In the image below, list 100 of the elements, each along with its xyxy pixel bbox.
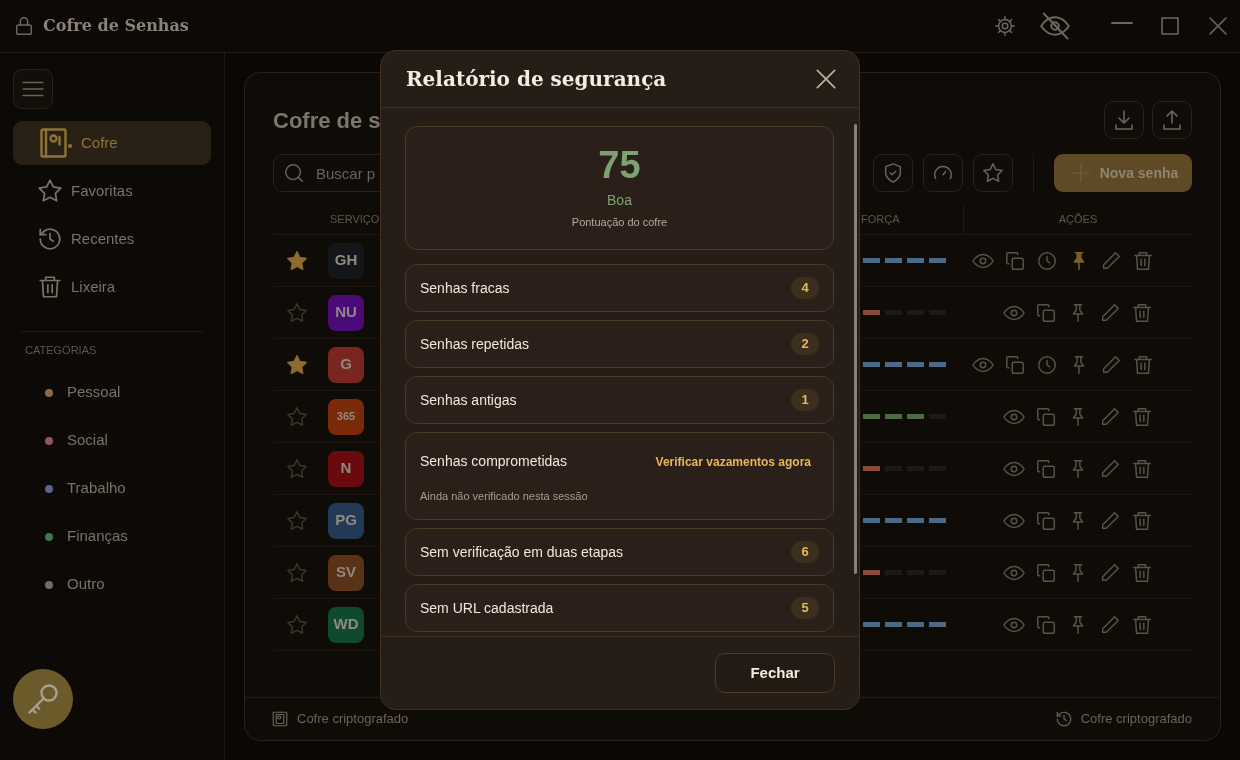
close-button[interactable]: [1206, 14, 1230, 38]
page-title: Cofre de s: [273, 107, 381, 135]
minimize-icon: [1110, 21, 1134, 25]
favorite-star-icon[interactable]: [286, 561, 308, 584]
trash-icon: [37, 274, 63, 300]
report-item[interactable]: Senhas repetidas 2: [405, 320, 834, 368]
check-leaks-link[interactable]: Verificar vazamentos agora: [655, 452, 811, 471]
report-item[interactable]: Senhas fracas 4: [405, 264, 834, 312]
report-label: Senhas comprometidas: [420, 452, 568, 471]
history-icon: [1054, 710, 1073, 728]
lock-icon: [13, 15, 35, 37]
count-badge: 1: [791, 389, 819, 411]
star-icon: [982, 162, 1004, 184]
copy-icon[interactable]: [1003, 353, 1026, 376]
delete-icon[interactable]: [1130, 561, 1153, 584]
key-icon: [25, 681, 61, 717]
report-label: Sem URL cadastrada: [420, 598, 554, 618]
hide-button[interactable]: [1040, 11, 1070, 41]
export-button[interactable]: [1152, 101, 1192, 139]
column-header[interactable]: AÇÕES: [1058, 213, 1098, 225]
report-label: Sem verificação em duas etapas: [420, 542, 624, 562]
favorite-star-icon[interactable]: [286, 353, 308, 376]
count-badge: 5: [791, 597, 819, 619]
vault-icon: [271, 710, 289, 728]
service-avatar: G: [328, 346, 364, 383]
column-header[interactable]: FORÇA: [861, 213, 900, 226]
category-item[interactable]: Pessoal: [67, 381, 121, 404]
copy-icon[interactable]: [1034, 561, 1057, 584]
history-icon[interactable]: [1035, 249, 1058, 272]
key-button[interactable]: [13, 669, 73, 729]
menu-button[interactable]: [13, 69, 53, 109]
close-icon: [1206, 14, 1230, 38]
history-icon: [37, 226, 63, 252]
service-avatar: SV: [328, 554, 364, 591]
new-password-button[interactable]: Nova senha: [1054, 154, 1192, 192]
favorite-star-icon[interactable]: [286, 509, 308, 532]
eye-off-icon: [1040, 11, 1070, 41]
settings-icon: [994, 15, 1016, 37]
vault-icon: [37, 125, 73, 161]
star-icon: [37, 178, 63, 204]
favorite-star-icon[interactable]: [286, 301, 308, 324]
copy-icon[interactable]: [1034, 457, 1057, 480]
score-caption: Pontuação do cofre: [571, 214, 668, 230]
maximize-icon: [1158, 14, 1182, 38]
report-label: Senhas repetidas: [420, 334, 529, 354]
category-item[interactable]: Social: [67, 429, 108, 452]
filter-button[interactable]: [923, 154, 963, 192]
favorite-star-icon[interactable]: [286, 405, 308, 428]
report-note: Ainda não verificado nesta sessão: [420, 490, 588, 502]
category-item[interactable]: Trabalho: [67, 477, 126, 500]
settings-button[interactable]: [994, 15, 1016, 37]
report-label: Senhas fracas: [420, 278, 510, 298]
delete-icon[interactable]: [1130, 613, 1153, 636]
status-text: Cofre criptografado: [1080, 710, 1192, 729]
filter-button[interactable]: [873, 154, 913, 192]
import-button[interactable]: [1104, 101, 1144, 139]
delete-icon[interactable]: [1131, 353, 1154, 376]
score-value: 75: [598, 145, 641, 184]
delete-icon[interactable]: [1130, 509, 1153, 532]
close-dialog-button[interactable]: Fechar: [715, 653, 835, 693]
copy-icon[interactable]: [1034, 405, 1057, 428]
minimize-button[interactable]: [1110, 21, 1134, 25]
report-item[interactable]: Sem URL cadastrada 5: [405, 584, 834, 632]
count-badge: 4: [791, 277, 819, 299]
report-item[interactable]: Sem verificação em duas etapas 6: [405, 528, 834, 576]
sidebar-item[interactable]: Favoritas: [13, 169, 211, 213]
copy-icon[interactable]: [1034, 509, 1057, 532]
history-icon[interactable]: [1035, 353, 1058, 376]
dialog-title: Relatório de segurança: [406, 66, 667, 93]
copy-icon[interactable]: [1034, 301, 1057, 324]
sidebar-item[interactable]: Cofre: [13, 121, 211, 165]
favorite-star-icon[interactable]: [286, 613, 308, 636]
upload-icon: [1160, 108, 1184, 132]
report-label: Senhas antigas: [420, 390, 517, 410]
delete-icon[interactable]: [1130, 405, 1153, 428]
sidebar-item[interactable]: Lixeira: [13, 265, 211, 309]
service-avatar: GH: [328, 242, 364, 279]
count-badge: 6: [791, 541, 819, 563]
service-avatar: PG: [328, 502, 364, 539]
copy-icon[interactable]: [1003, 249, 1026, 272]
service-avatar: WD: [328, 606, 364, 643]
filter-button[interactable]: [973, 154, 1013, 192]
scrollbar[interactable]: [854, 124, 857, 574]
category-item[interactable]: Outro: [67, 573, 105, 596]
report-item[interactable]: Senhas antigas 1: [405, 376, 834, 424]
delete-icon[interactable]: [1131, 249, 1154, 272]
copy-icon[interactable]: [1034, 613, 1057, 636]
favorite-star-icon[interactable]: [286, 249, 308, 272]
window-title: Cofre de Senhas: [43, 15, 189, 37]
delete-icon[interactable]: [1130, 457, 1153, 480]
maximize-button[interactable]: [1158, 14, 1182, 38]
column-header[interactable]: SERVIÇO: [330, 213, 380, 226]
category-item[interactable]: Finanças: [67, 525, 128, 548]
count-badge: 2: [791, 333, 819, 355]
favorite-star-icon[interactable]: [286, 457, 308, 480]
sidebar-item[interactable]: Recentes: [13, 217, 211, 261]
delete-icon[interactable]: [1130, 301, 1153, 324]
service-avatar: NU: [328, 294, 364, 331]
service-avatar: N: [328, 450, 364, 487]
section-heading: CATEGORIAS: [25, 343, 98, 358]
